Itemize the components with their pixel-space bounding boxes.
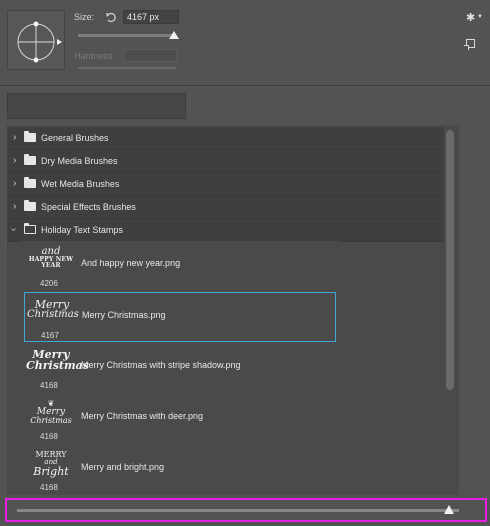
folder-row-general-brushes[interactable]: › General Brushes (7, 127, 444, 150)
chevron-down-icon: ▼ (477, 14, 483, 20)
brush-size: 4168 (40, 381, 58, 390)
brush-settings-panel: Size: 4167 px Hardness: ✱ ▼ (0, 0, 490, 86)
brush-name: Merry Christmas with stripe shadow.png (81, 360, 241, 370)
hardness-label: Hardness: (74, 51, 116, 61)
brush-name: Merry Christmas.png (82, 310, 166, 320)
folder-label: Special Effects Brushes (41, 202, 136, 212)
search-input[interactable] (7, 93, 186, 119)
size-input[interactable]: 4167 px (123, 10, 179, 24)
brush-preset-list: › General Brushes › Dry Media Brushes › … (7, 125, 459, 495)
brush-item-merry-christmas[interactable]: Merry Christmas Merry Christmas.png 4167 (24, 292, 336, 342)
chevron-right-icon[interactable]: › (13, 178, 16, 189)
folder-icon (24, 177, 36, 188)
brush-size: 4168 (40, 483, 58, 492)
brush-name: And happy new year.png (81, 258, 181, 268)
chevron-down-icon[interactable]: › (8, 228, 19, 231)
preview-size-slider[interactable] (17, 509, 459, 512)
brush-item-merry-and-bright[interactable]: MERRY and Bright Merry and bright.png 41… (24, 445, 336, 495)
chevron-right-icon[interactable]: › (13, 201, 16, 212)
hardness-input (123, 49, 177, 62)
folder-row-holiday-text-stamps[interactable]: › Holiday Text Stamps (7, 219, 444, 242)
chevron-right-icon[interactable]: › (13, 132, 16, 143)
brush-size: 4206 (40, 279, 58, 288)
preview-size-slider-thumb[interactable] (444, 505, 454, 514)
scrollbar-thumb[interactable] (446, 130, 454, 390)
brush-item-merry-christmas-deer[interactable]: ❦ Merry Christmas Merry Christmas with d… (24, 394, 336, 444)
gear-icon[interactable]: ✱ (466, 11, 475, 24)
folder-row-wet-media-brushes[interactable]: › Wet Media Brushes (7, 173, 444, 196)
brush-items-area: and HAPPY NEW YEAR And happy new year.pn… (22, 241, 338, 495)
hardness-slider (78, 67, 176, 69)
folder-icon (24, 154, 36, 165)
brush-size: 4167 (41, 331, 59, 340)
size-slider-thumb[interactable] (169, 31, 179, 39)
brush-thumbnail: and HAPPY NEW YEAR (26, 247, 76, 277)
brush-thumbnail: Merry Christmas (27, 299, 79, 329)
brush-item-merry-christmas-stripe-shadow[interactable]: Merry Christmas Merry Christmas with str… (24, 343, 336, 393)
brush-item-and-happy-new-year[interactable]: and HAPPY NEW YEAR And happy new year.pn… (24, 241, 336, 291)
brush-thumbnail: Merry Christmas (26, 349, 89, 379)
brush-name: Merry and bright.png (81, 462, 165, 472)
brush-size: 4168 (40, 432, 58, 441)
folder-label: Holiday Text Stamps (41, 225, 123, 235)
thumbnail-text: HAPPY NEW YEAR (28, 256, 74, 269)
brush-angle-roundness-widget[interactable] (7, 10, 65, 70)
reset-icon[interactable] (105, 11, 117, 23)
size-label: Size: (74, 12, 95, 22)
thumbnail-text: Christmas (26, 359, 89, 372)
thumbnail-text: Christmas (30, 416, 72, 425)
folder-open-icon (24, 223, 36, 234)
folder-row-special-effects-brushes[interactable]: › Special Effects Brushes (7, 196, 444, 219)
folder-icon (24, 200, 36, 211)
chevron-right-icon[interactable]: › (13, 155, 16, 166)
brush-thumbnail: ❦ Merry Christmas (26, 400, 76, 430)
brush-name: Merry Christmas with deer.png (81, 411, 204, 421)
preview-size-bar (5, 498, 487, 522)
folder-row-dry-media-brushes[interactable]: › Dry Media Brushes (7, 150, 444, 173)
thumbnail-text: Christmas (27, 309, 79, 320)
thumbnail-text: Bright (33, 465, 69, 478)
folder-icon (24, 131, 36, 142)
folder-label: Dry Media Brushes (41, 156, 118, 166)
folder-label: General Brushes (41, 133, 109, 143)
size-slider[interactable] (78, 34, 176, 37)
brush-thumbnail: MERRY and Bright (26, 451, 76, 481)
new-preset-icon[interactable] (464, 39, 475, 50)
folder-label: Wet Media Brushes (41, 179, 120, 189)
